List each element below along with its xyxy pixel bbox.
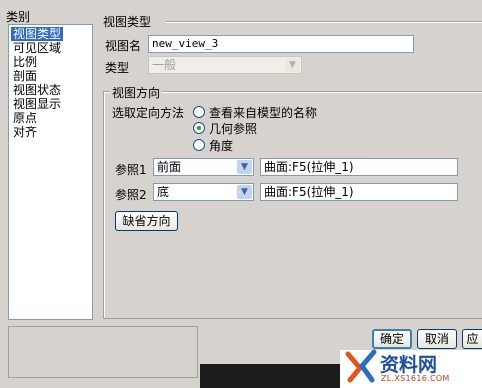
category-item-alignment[interactable]: 对齐: [11, 125, 39, 139]
option-model-name-label[interactable]: 查看来自模型的名称: [209, 104, 317, 121]
view-name-label: 视图名: [105, 39, 142, 53]
reference2-field[interactable]: 曲面:F5(拉伸_1): [260, 183, 458, 201]
bottom-panel: [8, 326, 198, 378]
view-type-separator: [166, 21, 482, 22]
reference2-label: 参照2: [115, 188, 147, 202]
category-item-origin[interactable]: 原点: [11, 111, 39, 125]
option-geometry-reference-label[interactable]: 几何参照: [209, 120, 257, 137]
reference2-select[interactable]: 底 ▼: [153, 183, 254, 201]
reference1-select-value: 前面: [157, 160, 182, 174]
watermark-logo-icon: [345, 349, 377, 383]
reference1-select[interactable]: 前面 ▼: [153, 158, 254, 176]
category-list[interactable]: 视图类型 可见区域 比例 剖面 视图状态 视图显示 原点 对齐: [8, 24, 93, 320]
type-select: 一般 ▼: [148, 56, 302, 74]
category-item-view-type[interactable]: 视图类型: [11, 27, 64, 41]
radio-model-name[interactable]: [193, 106, 205, 118]
category-item-visible-area[interactable]: 可见区域: [11, 41, 63, 55]
radio-geometry-reference[interactable]: [193, 122, 205, 134]
category-item-view-display[interactable]: 视图显示: [11, 97, 63, 111]
ok-button[interactable]: 确定: [372, 329, 412, 349]
cancel-button[interactable]: 取消: [417, 329, 457, 349]
orientation-method-label: 选取定向方法: [112, 106, 185, 120]
type-select-value: 一般: [152, 58, 177, 72]
category-item-scale[interactable]: 比例: [11, 55, 39, 69]
radio-angle[interactable]: [193, 139, 205, 151]
apply-button[interactable]: 应: [462, 329, 482, 349]
chevron-down-icon[interactable]: ▼: [237, 185, 252, 199]
reference1-field[interactable]: 曲面:F5(拉伸_1): [260, 158, 458, 176]
category-item-section[interactable]: 剖面: [11, 69, 39, 83]
view-name-input[interactable]: new_view_3: [148, 35, 414, 53]
chevron-down-icon[interactable]: ▼: [237, 160, 252, 174]
option-angle-label[interactable]: 角度: [209, 137, 233, 154]
watermark-url: ZL.XS1616.COM: [381, 374, 450, 383]
chevron-down-icon: ▼: [285, 58, 300, 72]
view-type-group-label: 视图类型: [103, 15, 152, 29]
orientation-group: [103, 91, 482, 319]
category-title: 类别: [6, 10, 31, 24]
watermark-brand: 资料网: [380, 354, 438, 376]
default-orientation-button[interactable]: 缺省方向: [115, 211, 178, 231]
orientation-group-label: 视图方向: [110, 84, 163, 101]
reference1-label: 参照1: [115, 163, 147, 177]
reference2-select-value: 底: [157, 185, 170, 199]
type-label: 类型: [105, 61, 130, 75]
category-item-view-state[interactable]: 视图状态: [11, 83, 63, 97]
